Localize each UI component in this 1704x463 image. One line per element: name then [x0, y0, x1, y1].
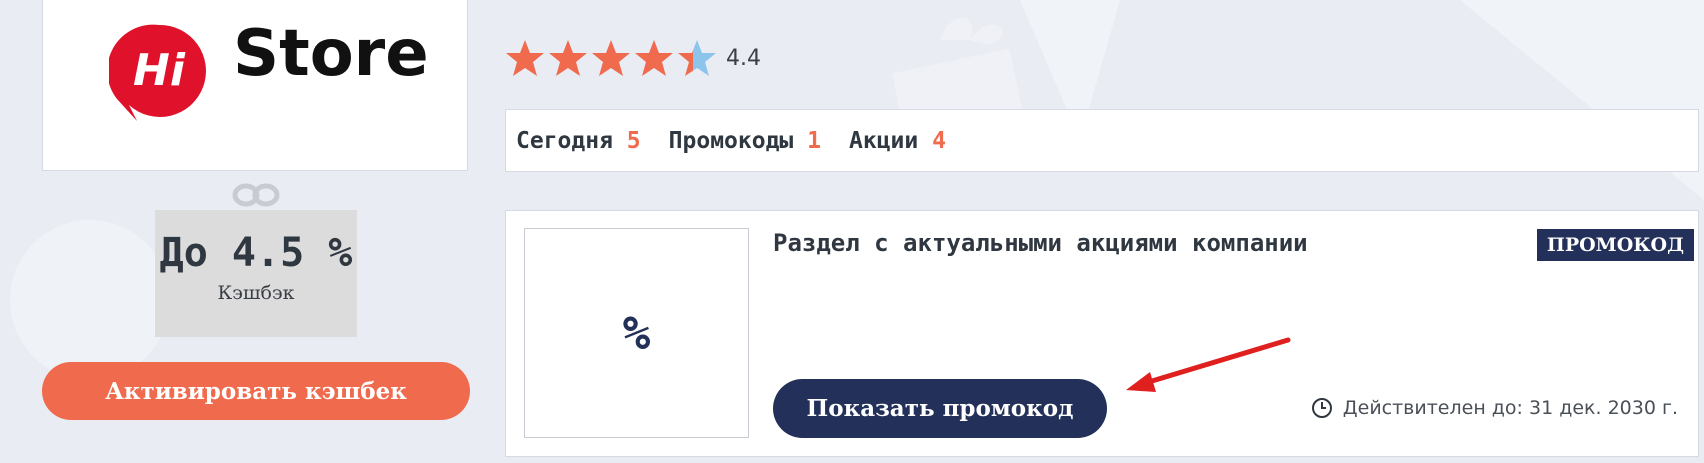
store-logo-text: Store [233, 17, 429, 91]
store-logo-card: Hi Store [42, 0, 468, 171]
star-icon [549, 40, 587, 76]
activate-cashback-button[interactable]: Активировать кэшбек [42, 362, 470, 420]
star-icon [506, 40, 544, 76]
cashback-label: Кэшбэк [217, 282, 295, 304]
promo-card: % Раздел с актуальными акциями компании … [505, 210, 1699, 457]
star-icon [635, 40, 673, 76]
promo-title: Раздел с актуальными акциями компании [773, 229, 1308, 257]
svg-text:Hi: Hi [133, 45, 186, 96]
cashback-value: До 4.5 % [159, 230, 353, 276]
clock-icon [1311, 398, 1332, 418]
half-star-icon [678, 40, 716, 76]
promo-badge: ПРОМОКОД [1536, 229, 1694, 261]
rating: 4.4 [505, 38, 761, 78]
gift-bow-icon [232, 183, 280, 207]
rating-value: 4.4 [726, 45, 761, 71]
star-icon [592, 40, 630, 76]
promo-thumbnail: % [524, 228, 749, 438]
promo-valid-until: Действителен до: 31 дек. 2030 г. [1311, 397, 1678, 419]
show-promocode-button[interactable]: Показать промокод [773, 379, 1107, 438]
hi-logo-icon: Hi [109, 24, 206, 121]
red-arrow-icon [1126, 337, 1291, 392]
cashback-box: До 4.5 % Кэшбэк [155, 210, 357, 337]
annotation-arrow-icon [610, 122, 1300, 202]
